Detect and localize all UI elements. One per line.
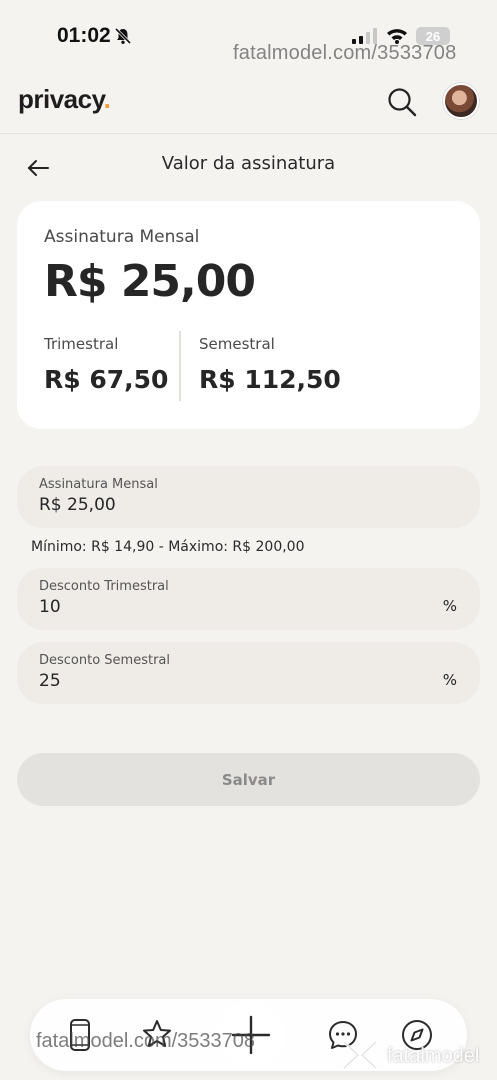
quarterly-field-value[interactable]: 10 [39,597,61,617]
bell-slash-icon [114,27,132,49]
avatar[interactable] [443,83,479,119]
watermark-bottom: fatalmodel.com/3533708 [36,1030,256,1052]
privacy-logo[interactable]: privacy. [18,84,111,115]
brand-watermark: fatalmodel [387,1045,480,1067]
monthly-field-label: Assinatura Mensal [39,477,158,492]
status-bar: 01:02 26 fatalmodel.com/3533708 [0,0,497,70]
semiannual-field-value[interactable]: 25 [39,671,61,691]
quarterly-field-label: Desconto Trimestral [39,579,169,594]
semiannual-price: R$ 112,50 [199,365,341,394]
quarterly-discount-field[interactable]: Desconto Trimestral 10 % [17,568,480,630]
price-range-hint: Mínimo: R$ 14,90 - Máximo: R$ 200,00 [31,539,305,555]
monthly-label: Assinatura Mensal [44,227,200,247]
search-icon[interactable] [386,86,418,118]
percent-suffix: % [442,597,457,615]
watermark-top: fatalmodel.com/3533708 [233,42,457,64]
page-title-row: Valor da assinatura [0,140,497,190]
quarterly-label: Trimestral [44,335,119,353]
monthly-field-value[interactable]: R$ 25,00 [39,495,116,515]
summary-card: Assinatura Mensal R$ 25,00 Trimestral R$… [17,201,480,429]
monthly-price-field[interactable]: Assinatura Mensal R$ 25,00 [17,466,480,528]
semiannual-field-label: Desconto Semestral [39,653,171,668]
app-header: privacy. [0,70,497,134]
percent-suffix: % [442,671,457,689]
quarterly-price: R$ 67,50 [44,365,169,394]
status-time: 01:02 [57,24,111,47]
save-button[interactable]: Salvar [17,753,480,806]
page-title: Valor da assinatura [161,153,336,174]
semiannual-label: Semestral [199,335,275,353]
brand-mark-icon [340,1040,380,1070]
semiannual-discount-field[interactable]: Desconto Semestral 25 % [17,642,480,704]
monthly-price: R$ 25,00 [44,256,256,307]
card-divider [179,331,181,401]
